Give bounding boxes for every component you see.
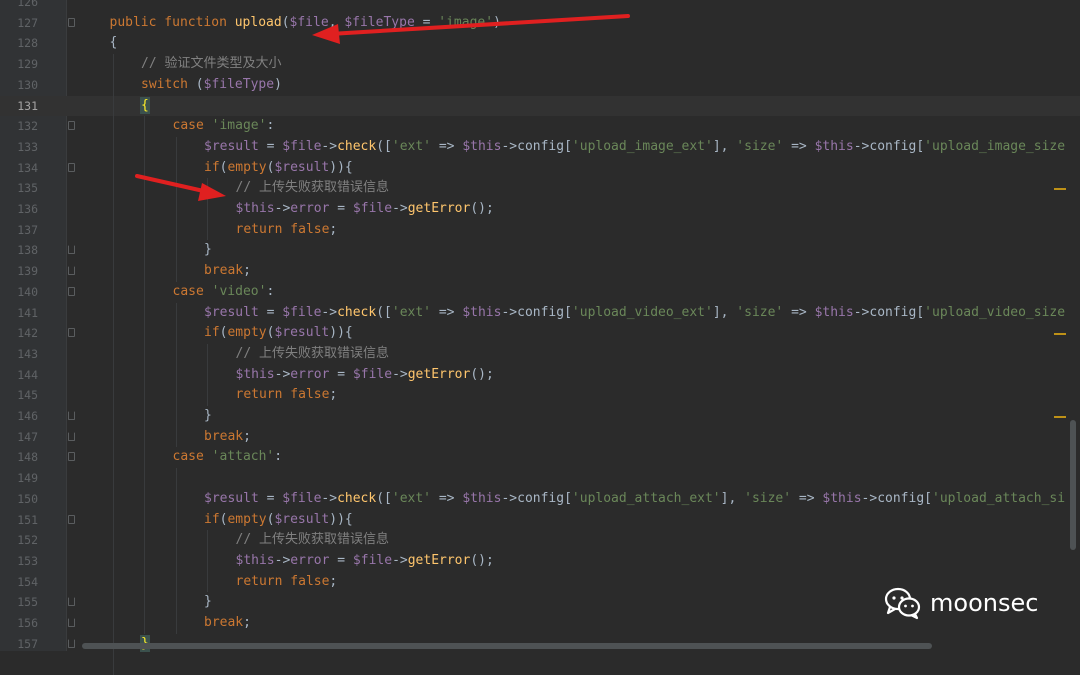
watermark-text: moonsec: [930, 589, 1039, 617]
arrow-to-error-comment: [135, 174, 226, 201]
wechat-icon: [884, 587, 921, 620]
watermark: moonsec: [884, 586, 1038, 620]
arrow-to-upload-function: [312, 14, 630, 44]
annotation-arrows: [135, 14, 630, 201]
